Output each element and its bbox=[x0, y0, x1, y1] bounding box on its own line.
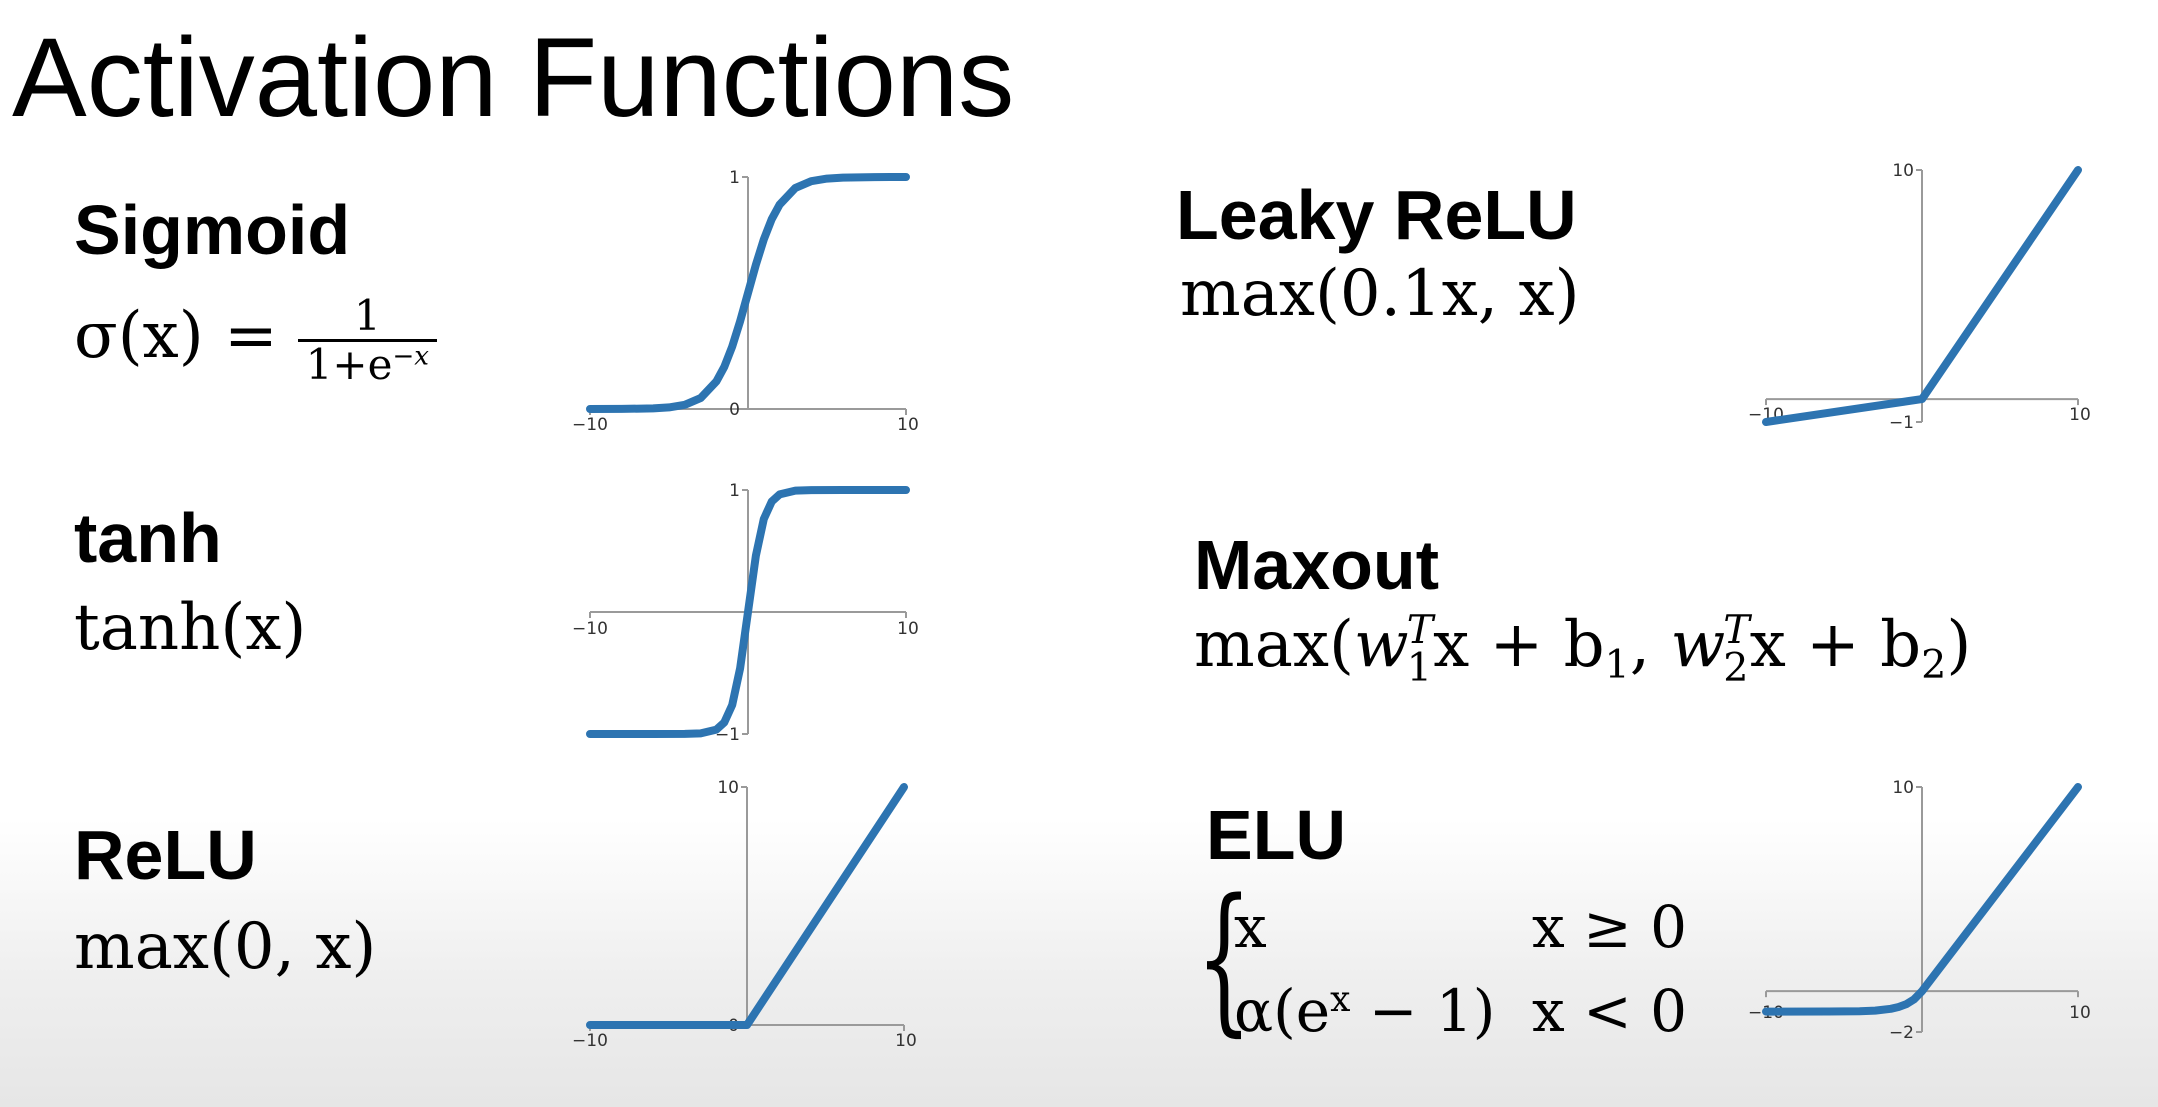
leaky_relu-y-tick-label-min: −1 bbox=[1889, 413, 1914, 433]
sigmoid-y-tick-label-max: 1 bbox=[729, 168, 740, 188]
relu-x-tick-label-max: 10 bbox=[895, 1031, 917, 1051]
sigmoid-y-tick-label-min: 0 bbox=[729, 400, 740, 420]
leaky_relu-x-tick-label-max: 10 bbox=[2069, 405, 2091, 425]
elu-y-tick-label-max: 10 bbox=[1892, 778, 1914, 798]
sigmoid-x-tick-label-min: −10 bbox=[572, 415, 608, 435]
elu-y-tick-label-min: −2 bbox=[1889, 1023, 1914, 1043]
activation-plots: −10 1010−10 101−1−10 10100−10 1010−1−10 1010−… bbox=[572, 161, 2091, 1051]
tanh-x-tick-label-max: 10 bbox=[897, 619, 919, 639]
leaky_relu-y-tick-label-max: 10 bbox=[1892, 161, 1914, 181]
tanh-y-tick-label-max: 1 bbox=[729, 481, 740, 501]
sigmoid-x-tick-label-max: 10 bbox=[897, 415, 919, 435]
tanh-x-tick-label-min: −10 bbox=[572, 619, 608, 639]
elu-x-tick-label-max: 10 bbox=[2069, 1003, 2091, 1023]
relu-y-tick-label-max: 10 bbox=[717, 778, 739, 798]
relu-x-tick-label-min: −10 bbox=[572, 1031, 608, 1051]
